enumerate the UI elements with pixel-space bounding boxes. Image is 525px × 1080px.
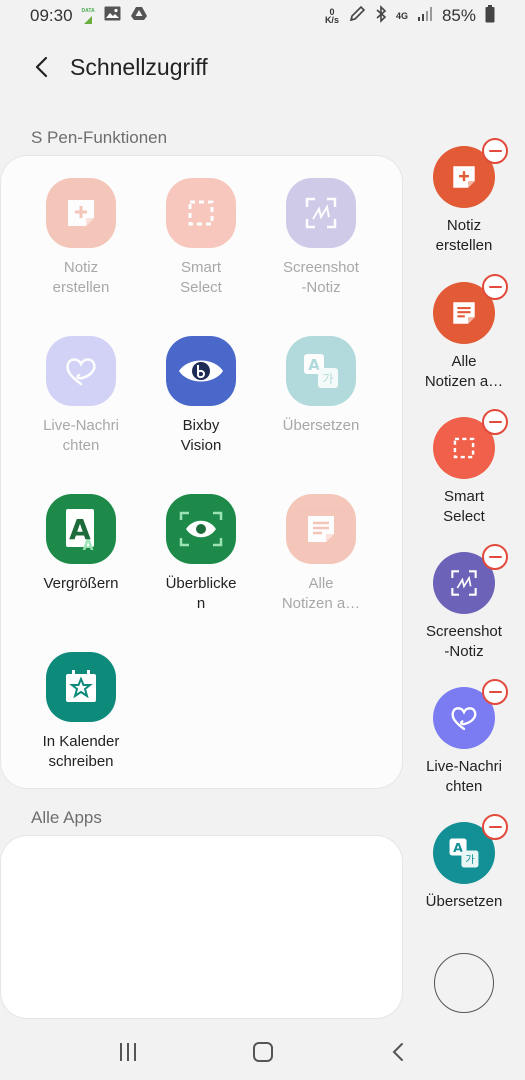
navigation-bar bbox=[0, 1024, 525, 1080]
battery-percent: 85% bbox=[441, 6, 476, 25]
shortcut-label: Smart Select bbox=[443, 488, 485, 525]
feature-label: Bixby Vision bbox=[180, 417, 222, 454]
s-pen-features-heading: S Pen-Funktionen bbox=[31, 128, 168, 147]
create-note-icon bbox=[46, 178, 116, 248]
s-pen-features-card: Notiz erstellen Smart Select Screenshot … bbox=[1, 156, 402, 788]
back-icon bbox=[392, 1043, 403, 1061]
shortcut-screenshot-write[interactable]: Screenshot -Notiz bbox=[417, 544, 511, 662]
feature-view-all-notes[interactable]: Alle Notizen a… bbox=[261, 494, 381, 614]
feature-label: Screenshot -Notiz bbox=[283, 259, 359, 296]
home-button[interactable] bbox=[238, 1032, 288, 1072]
status-time: 09:30 bbox=[30, 6, 73, 25]
feature-label: Überblicke n bbox=[165, 575, 237, 612]
remove-shortcut-button[interactable] bbox=[482, 544, 508, 570]
smart-select-icon bbox=[433, 409, 508, 479]
feature-create-note[interactable]: Notiz erstellen bbox=[21, 178, 141, 298]
nav-back-button[interactable] bbox=[373, 1032, 423, 1072]
translate-icon: A가 bbox=[433, 814, 508, 884]
shortcut-label: Übersetzen bbox=[425, 893, 503, 910]
live-message-icon bbox=[433, 679, 508, 749]
feature-label: Notiz erstellen bbox=[52, 259, 110, 296]
recents-button[interactable] bbox=[103, 1032, 153, 1072]
page-title: Schnellzugriff bbox=[70, 53, 208, 80]
shortcut-live-message[interactable]: Live-Nachri chten bbox=[417, 679, 511, 797]
remove-shortcut-button[interactable] bbox=[482, 138, 508, 164]
empty-shortcut-slot[interactable] bbox=[434, 953, 494, 1013]
smart-select-icon bbox=[166, 178, 236, 248]
live-message-icon bbox=[46, 336, 116, 406]
all-apps-heading: Alle Apps bbox=[31, 808, 102, 827]
screenshot-write-icon bbox=[286, 178, 356, 248]
feature-label: Live-Nachri chten bbox=[43, 417, 119, 454]
glance-icon bbox=[166, 494, 236, 564]
magnify-icon: AA bbox=[46, 494, 116, 564]
bixby-vision-icon bbox=[166, 336, 236, 406]
translate-icon: A가 bbox=[286, 336, 356, 406]
s-pen-icon bbox=[348, 5, 366, 28]
shortcut-label: Notiz erstellen bbox=[435, 217, 493, 254]
home-icon bbox=[252, 1042, 273, 1062]
all-apps-card bbox=[1, 836, 402, 1018]
remove-shortcut-button[interactable] bbox=[482, 679, 508, 705]
battery-icon bbox=[485, 4, 495, 28]
network-speed: 0 K/s bbox=[324, 7, 339, 25]
shortcut-label: Screenshot -Notiz bbox=[426, 623, 502, 660]
remove-shortcut-button[interactable] bbox=[482, 814, 508, 840]
bluetooth-icon bbox=[375, 4, 387, 28]
svg-text:가: 가 bbox=[322, 372, 333, 386]
gallery-icon bbox=[104, 6, 121, 26]
svg-text:가: 가 bbox=[465, 854, 475, 866]
feature-write-on-calendar[interactable]: In Kalender schreiben bbox=[21, 652, 141, 772]
signal-icon bbox=[417, 6, 433, 27]
svg-text:A: A bbox=[83, 538, 94, 551]
write-on-calendar-icon bbox=[46, 652, 116, 722]
feature-bixby-vision[interactable]: Bixby Vision bbox=[141, 336, 261, 456]
feature-label: In Kalender schreiben bbox=[42, 733, 120, 770]
screenshot-write-icon bbox=[433, 544, 508, 614]
status-bar: 09:30 DATA 0 K/s 4G 85% bbox=[0, 0, 525, 32]
data-label: DATA bbox=[81, 8, 95, 14]
network-type: 4G bbox=[395, 11, 408, 21]
feature-label: Smart Select bbox=[180, 259, 222, 296]
chevron-left-icon bbox=[35, 56, 48, 78]
feature-live-message[interactable]: Live-Nachri chten bbox=[21, 336, 141, 456]
shortcut-label: Alle Notizen a… bbox=[424, 353, 504, 390]
feature-label: Übersetzen bbox=[282, 417, 360, 434]
shortcut-label: Live-Nachri chten bbox=[426, 758, 502, 795]
create-note-icon bbox=[433, 138, 508, 208]
feature-screenshot-write[interactable]: Screenshot -Notiz bbox=[261, 178, 381, 298]
remove-shortcut-button[interactable] bbox=[482, 274, 508, 300]
view-all-notes-icon bbox=[433, 274, 508, 344]
view-all-notes-icon bbox=[286, 494, 356, 564]
recents-icon bbox=[119, 1043, 136, 1061]
app-header: Schnellzugriff bbox=[0, 44, 525, 90]
feature-label: Alle Notizen a… bbox=[281, 575, 361, 612]
shortcut-translate[interactable]: A가 Übersetzen bbox=[417, 814, 511, 912]
feature-label: Vergrößern bbox=[43, 575, 119, 592]
remove-shortcut-button[interactable] bbox=[482, 409, 508, 435]
data-indicator-icon: DATA bbox=[82, 7, 95, 25]
feature-smart-select[interactable]: Smart Select bbox=[141, 178, 261, 298]
drive-icon bbox=[130, 6, 148, 26]
shortcut-smart-select[interactable]: Smart Select bbox=[417, 409, 511, 527]
back-button[interactable] bbox=[22, 47, 62, 87]
feature-magnify[interactable]: AA Vergrößern bbox=[21, 494, 141, 594]
shortcut-view-all-notes[interactable]: Alle Notizen a… bbox=[417, 274, 511, 392]
shortcut-create-note[interactable]: Notiz erstellen bbox=[417, 138, 511, 256]
feature-translate[interactable]: A가 Übersetzen bbox=[261, 336, 381, 436]
feature-glance[interactable]: Überblicke n bbox=[141, 494, 261, 614]
